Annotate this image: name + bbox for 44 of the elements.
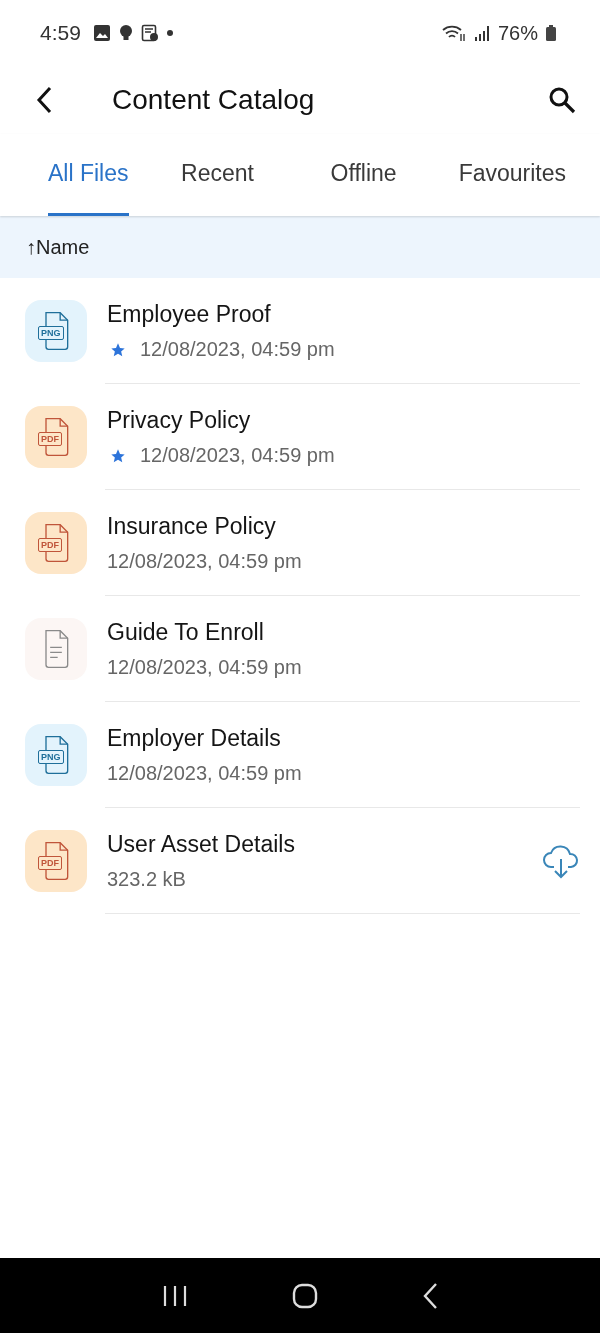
bulb-icon bbox=[118, 24, 133, 42]
cloud-download-icon[interactable] bbox=[542, 843, 580, 879]
file-name[interactable]: Privacy Policy bbox=[107, 407, 580, 434]
file-row[interactable]: PNG Employee Proof 12/08/2023, 04:59 pm bbox=[0, 278, 600, 384]
file-icon: PDF bbox=[25, 830, 87, 892]
file-meta: 12/08/2023, 04:59 pm bbox=[140, 444, 335, 467]
file-row[interactable]: Guide To Enroll 12/08/2023, 04:59 pm bbox=[0, 596, 600, 702]
recent-apps-icon[interactable] bbox=[162, 1283, 188, 1308]
status-time: 4:59 bbox=[40, 21, 81, 45]
file-meta: 323.2 kB bbox=[107, 868, 186, 891]
file-row[interactable]: PDF Insurance Policy 12/08/2023, 04:59 pm bbox=[0, 490, 600, 596]
tab[interactable]: Recent bbox=[166, 134, 269, 216]
file-name[interactable]: Insurance Policy bbox=[107, 513, 580, 540]
dot-icon bbox=[166, 30, 173, 36]
wifi-icon bbox=[441, 24, 466, 42]
file-meta: 12/08/2023, 04:59 pm bbox=[140, 338, 335, 361]
file-icon: PDF bbox=[25, 512, 87, 574]
file-icon: PDF bbox=[25, 406, 87, 468]
page-title: Content Catalog bbox=[112, 84, 316, 116]
search-icon[interactable] bbox=[548, 86, 576, 114]
file-name[interactable]: Employer Details bbox=[107, 725, 580, 752]
back-nav-icon[interactable] bbox=[422, 1281, 438, 1310]
tab[interactable]: Offline bbox=[312, 134, 415, 216]
file-icon: PNG bbox=[25, 724, 87, 786]
tab[interactable]: Favourites bbox=[458, 134, 566, 216]
file-row[interactable]: PNG Employer Details 12/08/2023, 04:59 pm bbox=[0, 702, 600, 808]
file-icon bbox=[25, 618, 87, 680]
battery-icon bbox=[546, 25, 556, 41]
sort-toggle[interactable]: ↑Name bbox=[26, 235, 90, 259]
file-meta: 12/08/2023, 04:59 pm bbox=[107, 656, 302, 679]
file-row[interactable]: PDF Privacy Policy 12/08/2023, 04:59 pm bbox=[0, 384, 600, 490]
task-icon bbox=[140, 24, 159, 42]
image-icon bbox=[92, 24, 111, 42]
battery-percent: 76% bbox=[497, 21, 538, 45]
signal-icon bbox=[473, 25, 490, 41]
home-icon[interactable] bbox=[292, 1282, 318, 1309]
file-name[interactable]: Guide To Enroll bbox=[107, 619, 580, 646]
back-icon[interactable] bbox=[36, 86, 52, 114]
file-row[interactable]: PDF User Asset Details 323.2 kB bbox=[0, 808, 600, 914]
file-icon: PNG bbox=[25, 300, 87, 362]
file-name[interactable]: User Asset Details bbox=[107, 831, 542, 858]
file-name[interactable]: Employee Proof bbox=[107, 301, 580, 328]
file-meta: 12/08/2023, 04:59 pm bbox=[107, 762, 302, 785]
file-meta: 12/08/2023, 04:59 pm bbox=[107, 550, 302, 573]
